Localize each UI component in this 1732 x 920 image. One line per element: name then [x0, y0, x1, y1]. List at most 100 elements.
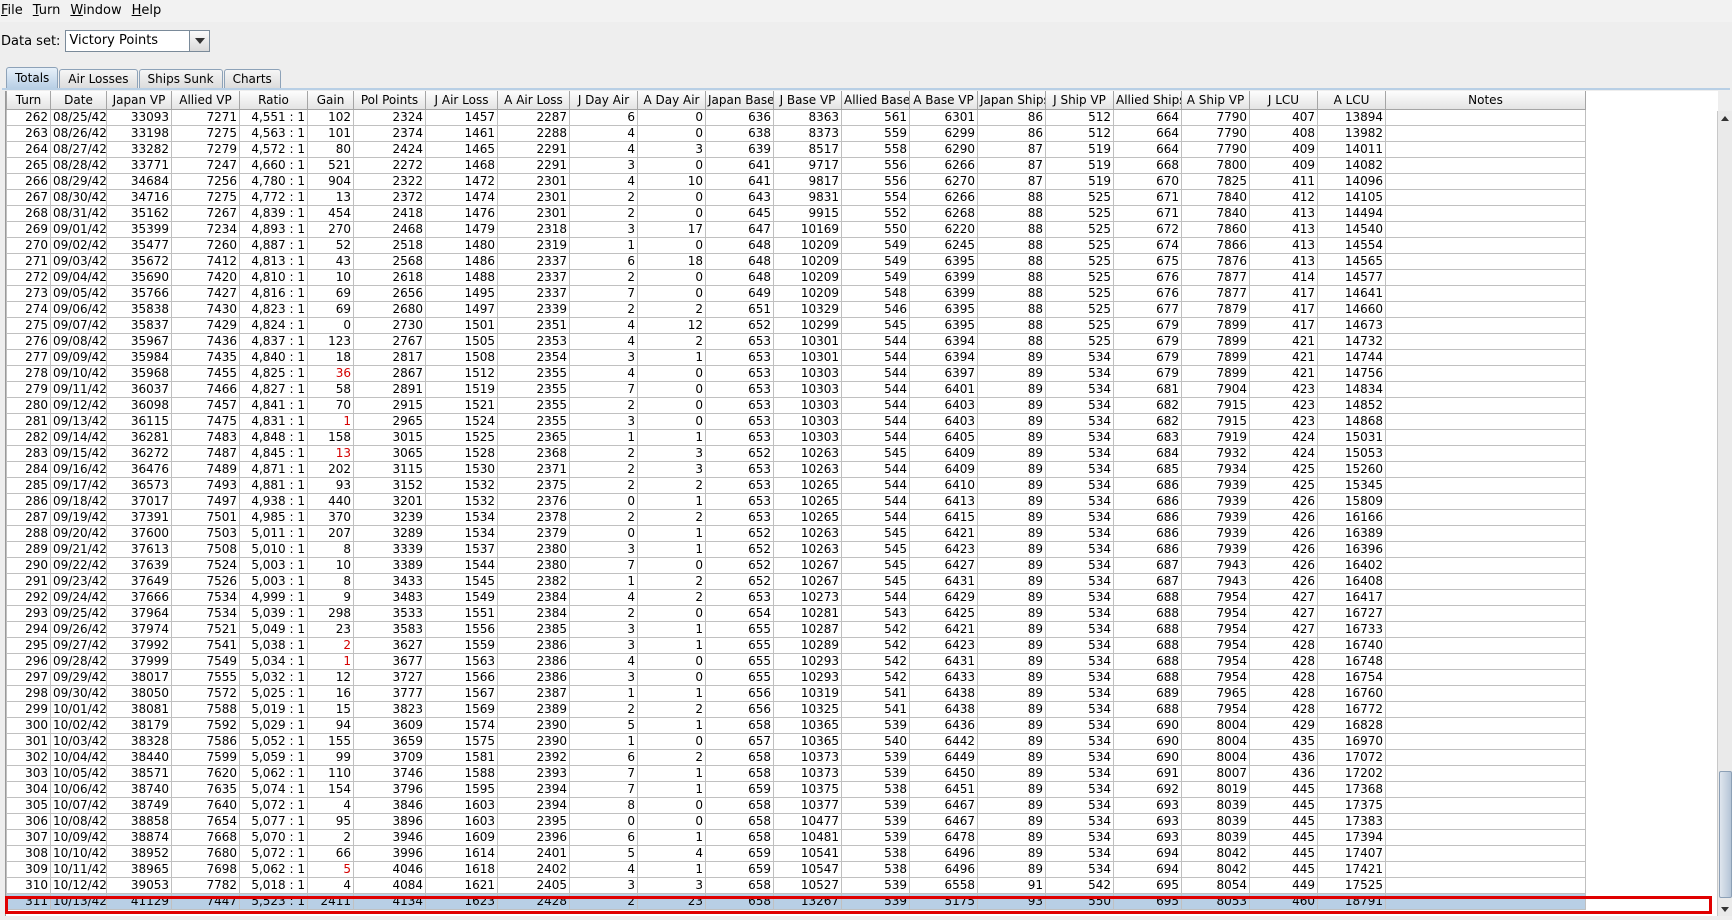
menu-file[interactable]: File — [0, 0, 31, 22]
table-row[interactable]: 269 09/01/42 35399 7234 4,893 : 1 270 2468 1479… — [6, 220, 1586, 238]
tab-ships-sunk[interactable]: Ships Sunk — [138, 69, 223, 88]
column-header-a-air-loss[interactable]: A Air Loss — [497, 91, 570, 110]
scroll-up-button[interactable] — [1718, 111, 1732, 125]
dataset-combobox[interactable]: Victory Points — [65, 30, 211, 52]
table-row[interactable]: 288 09/20/42 37600 7503 5,011 : 1 207 3289 1534… — [6, 524, 1586, 542]
table-row[interactable]: 273 09/05/42 35766 7427 4,816 : 1 69 2656 1495 2… — [6, 284, 1586, 302]
column-header-j-air-loss[interactable]: J Air Loss — [425, 91, 498, 110]
table-row[interactable]: 272 09/04/42 35690 7420 4,810 : 1 10 2618 1488 2… — [6, 268, 1586, 286]
table-row[interactable]: 276 09/08/42 35967 7436 4,837 : 1 123 2767 1505… — [6, 332, 1586, 350]
cell-allied-base: 545 — [841, 316, 910, 334]
column-header-ratio[interactable]: Ratio — [239, 91, 308, 110]
table-row[interactable]: 295 09/27/42 37992 7541 5,038 : 1 2 3627 1559 23… — [6, 636, 1586, 654]
table-row[interactable]: 307 10/09/42 38874 7668 5,070 : 1 2 3946 1609 23… — [6, 828, 1586, 846]
cell-a-day-air: 0 — [637, 188, 706, 206]
table-row[interactable]: 293 09/25/42 37964 7534 5,039 : 1 298 3533 1551… — [6, 604, 1586, 622]
table-row[interactable]: 291 09/23/42 37649 7526 5,003 : 1 8 3433 1545 23… — [6, 572, 1586, 590]
tab-air-losses[interactable]: Air Losses — [59, 69, 138, 88]
table-row[interactable]: 282 09/14/42 36281 7483 4,848 : 1 158 3015 1525… — [6, 428, 1586, 446]
table-row[interactable]: 299 10/01/42 38081 7588 5,019 : 1 15 3823 1569 2… — [6, 700, 1586, 718]
cell-notes — [1385, 732, 1586, 750]
column-header-pol-points[interactable]: Pol Points — [353, 91, 426, 110]
table-row[interactable]: 298 09/30/42 38050 7572 5,025 : 1 16 3777 1567 2… — [6, 684, 1586, 702]
table-row[interactable]: 263 08/26/42 33198 7275 4,563 : 1 101 2374 1461… — [6, 124, 1586, 142]
column-header-allied-ships[interactable]: Allied Ships — [1113, 91, 1182, 110]
column-header-a-lcu[interactable]: A LCU — [1317, 91, 1386, 110]
cell-japan-base: 656 — [705, 684, 774, 702]
table-row[interactable]: 274 09/06/42 35838 7430 4,823 : 1 69 2680 1497 2… — [6, 300, 1586, 318]
table-row[interactable]: 304 10/06/42 38740 7635 5,074 : 1 154 3796 1595… — [6, 780, 1586, 798]
vertical-scrollbar[interactable] — [1717, 111, 1732, 916]
cell-a-lcu: 17375 — [1317, 796, 1386, 814]
column-header-turn[interactable]: Turn — [6, 91, 51, 110]
table-row[interactable]: 297 09/29/42 38017 7555 5,032 : 1 12 3727 1566 2… — [6, 668, 1586, 686]
cell-ratio: 5,025 : 1 — [239, 684, 308, 702]
table-row[interactable]: 303 10/05/42 38571 7620 5,062 : 1 110 3746 1588… — [6, 764, 1586, 782]
table-row[interactable]: 267 08/30/42 34716 7275 4,772 : 1 13 2372 1474 2… — [6, 188, 1586, 206]
table-row[interactable]: 302 10/04/42 38440 7599 5,059 : 1 99 3709 1581 2… — [6, 748, 1586, 766]
column-header-j-day-air[interactable]: J Day Air — [569, 91, 638, 110]
dropdown-arrow-button[interactable] — [189, 31, 210, 51]
table-row[interactable]: 283 09/15/42 36272 7487 4,845 : 1 13 3065 1528 2… — [6, 444, 1586, 462]
cell-japan-base: 659 — [705, 844, 774, 862]
column-header-j-lcu[interactable]: J LCU — [1249, 91, 1318, 110]
table-row[interactable]: 271 09/03/42 35672 7412 4,813 : 1 43 2568 1486 2… — [6, 252, 1586, 270]
table-row[interactable]: 294 09/26/42 37974 7521 5,049 : 1 23 3583 1556 2… — [6, 620, 1586, 638]
table-row[interactable]: 285 09/17/42 36573 7493 4,881 : 1 93 3152 1532 2… — [6, 476, 1586, 494]
column-header-a-day-air[interactable]: A Day Air — [637, 91, 706, 110]
menu-help[interactable]: Help — [130, 0, 170, 22]
table-row[interactable]: 270 09/02/42 35477 7260 4,887 : 1 52 2518 1480 2… — [6, 236, 1586, 254]
column-header-a-base-vp[interactable]: A Base VP — [909, 91, 978, 110]
column-header-japan-base[interactable]: Japan Base — [705, 91, 774, 110]
scroll-thumb[interactable] — [1719, 771, 1732, 898]
menu-turn[interactable]: Turn — [31, 0, 69, 22]
table-row[interactable]: 301 10/03/42 38328 7586 5,052 : 1 155 3659 1575… — [6, 732, 1586, 750]
cell-japan-vp: 35968 — [106, 364, 172, 382]
menu-window[interactable]: Window — [68, 0, 129, 22]
table-row[interactable]: 278 09/10/42 35968 7455 4,825 : 1 36 2867 1512 2… — [6, 364, 1586, 382]
cell-j-air-loss: 1480 — [425, 236, 498, 254]
victory-points-table[interactable]: Turn Date Japan VP Allied VP Ratio Gain Pol Po… — [5, 91, 1718, 916]
cell-japan-ships: 89 — [977, 780, 1046, 798]
table-row[interactable]: 308 10/10/42 38952 7680 5,072 : 1 66 3996 1614 2… — [6, 844, 1586, 862]
table-row[interactable]: 284 09/16/42 36476 7489 4,871 : 1 202 3115 1530… — [6, 460, 1586, 478]
cell-a-day-air: 0 — [637, 796, 706, 814]
table-row[interactable]: 305 10/07/42 38749 7640 5,072 : 1 4 3846 1603 23… — [6, 796, 1586, 814]
table-row[interactable]: 264 08/27/42 33282 7279 4,572 : 1 80 2424 1465 2… — [6, 140, 1586, 158]
column-header-notes[interactable]: Notes — [1385, 91, 1586, 110]
cell-j-base-vp: 10209 — [773, 268, 842, 286]
table-row[interactable]: 277 09/09/42 35984 7435 4,840 : 1 18 2817 1508 2… — [6, 348, 1586, 366]
table-row[interactable]: 292 09/24/42 37666 7534 4,999 : 1 9 3483 1549 23… — [6, 588, 1586, 606]
cell-pol-points: 3659 — [353, 732, 426, 750]
table-row[interactable]: 279 09/11/42 36037 7466 4,827 : 1 58 2891 1519 2… — [6, 380, 1586, 398]
table-row[interactable]: 306 10/08/42 38858 7654 5,077 : 1 95 3896 1603 2… — [6, 812, 1586, 830]
column-header-japan-vp[interactable]: Japan VP — [106, 91, 172, 110]
column-header-allied-base[interactable]: Allied Base — [841, 91, 910, 110]
tab-totals[interactable]: Totals — [6, 67, 59, 88]
column-header-j-base-vp[interactable]: J Base VP — [773, 91, 842, 110]
column-header-gain[interactable]: Gain — [307, 91, 354, 110]
column-header-allied-vp[interactable]: Allied VP — [171, 91, 240, 110]
column-header-date[interactable]: Date — [50, 91, 107, 110]
table-row[interactable]: 287 09/19/42 37391 7501 4,985 : 1 370 3239 1534… — [6, 508, 1586, 526]
table-row[interactable]: 290 09/22/42 37639 7524 5,003 : 1 10 3389 1544 2… — [6, 556, 1586, 574]
table-row[interactable]: 311 10/13/42 41129 7447 5,523 : 1 2411 4134 162… — [6, 892, 1586, 910]
table-row[interactable]: 310 10/12/42 39053 7782 5,018 : 1 4 4084 1621 24… — [6, 876, 1586, 894]
table-row[interactable]: 280 09/12/42 36098 7457 4,841 : 1 70 2915 1521 2… — [6, 396, 1586, 414]
column-header-j-ship-vp[interactable]: J Ship VP — [1045, 91, 1114, 110]
table-row[interactable]: 262 08/25/42 33093 7271 4,551 : 1 102 2324 1457… — [6, 108, 1586, 126]
table-row[interactable]: 275 09/07/42 35837 7429 4,824 : 1 0 2730 1501 23… — [6, 316, 1586, 334]
table-row[interactable]: 265 08/28/42 33771 7247 4,660 : 1 521 2272 1468… — [6, 156, 1586, 174]
column-header-a-ship-vp[interactable]: A Ship VP — [1181, 91, 1250, 110]
table-row[interactable]: 281 09/13/42 36115 7475 4,831 : 1 1 2965 1524 23… — [6, 412, 1586, 430]
tab-charts[interactable]: Charts — [223, 69, 281, 88]
table-row[interactable]: 268 08/31/42 35162 7267 4,839 : 1 454 2418 1476… — [6, 204, 1586, 222]
table-row[interactable]: 296 09/28/42 37999 7549 5,034 : 1 1 3677 1563 23… — [6, 652, 1586, 670]
table-row[interactable]: 289 09/21/42 37613 7508 5,010 : 1 8 3339 1537 23… — [6, 540, 1586, 558]
table-row[interactable]: 286 09/18/42 37017 7497 4,938 : 1 440 3201 1532… — [6, 492, 1586, 510]
scroll-down-button[interactable] — [1718, 902, 1732, 916]
table-row[interactable]: 266 08/29/42 34684 7256 4,780 : 1 904 2322 1472… — [6, 172, 1586, 190]
column-header-japan-ships[interactable]: Japan Ships — [977, 91, 1046, 110]
table-row[interactable]: 300 10/02/42 38179 7592 5,029 : 1 94 3609 1574 2… — [6, 716, 1586, 734]
table-row[interactable]: 309 10/11/42 38965 7698 5,062 : 1 5 4046 1618 24… — [6, 860, 1586, 878]
